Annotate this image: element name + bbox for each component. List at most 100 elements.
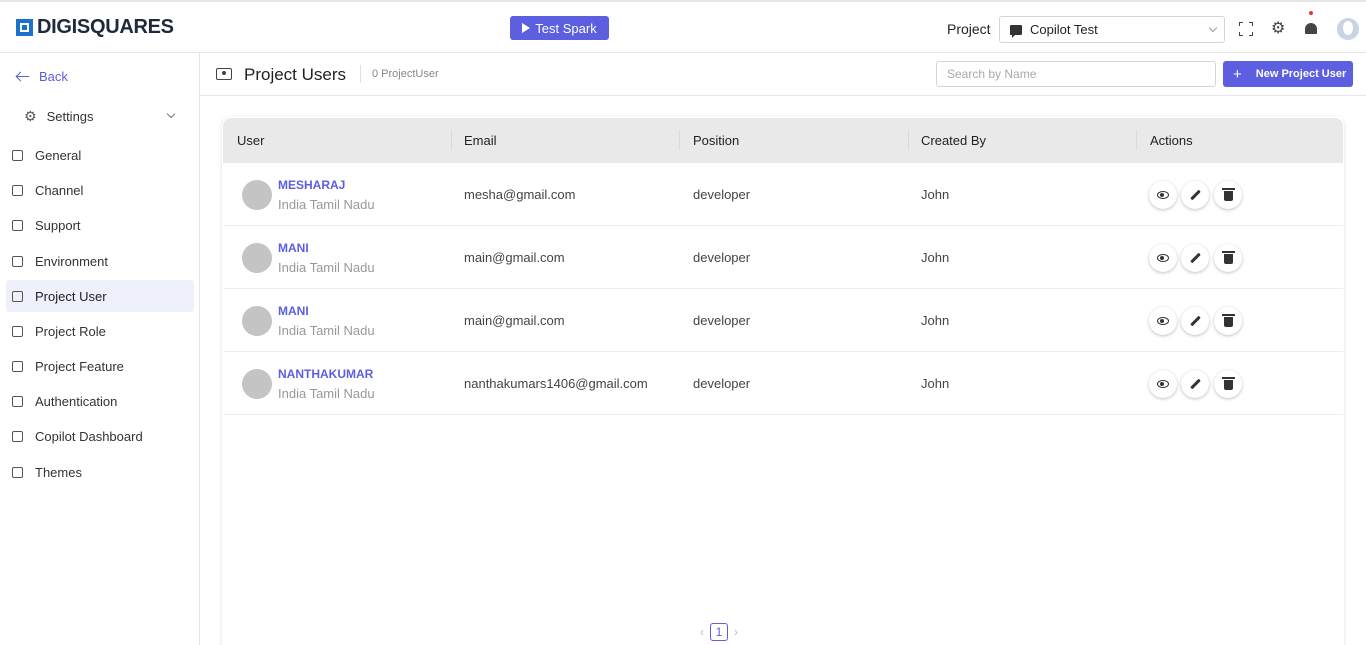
user-position: developer — [693, 376, 751, 391]
sidebar-item-themes[interactable]: Themes — [6, 456, 194, 488]
logo-mark-icon — [16, 19, 33, 36]
test-spark-button[interactable]: Test Spark — [510, 16, 609, 40]
search-input[interactable] — [936, 61, 1216, 87]
fingerprint-icon — [12, 395, 23, 407]
sidebar-item-authentication[interactable]: Authentication — [6, 385, 194, 417]
avatar — [242, 306, 272, 336]
user-name-link[interactable]: MANI — [278, 241, 309, 255]
column-header-position: Position — [693, 133, 740, 148]
edit-button[interactable] — [1181, 307, 1209, 335]
user-created-by: John — [921, 313, 950, 328]
edit-button[interactable] — [1181, 370, 1209, 398]
sidebar-item-general[interactable]: General — [6, 139, 194, 171]
sidebar-item-channel[interactable]: Channel — [6, 174, 194, 206]
sidebar-item-project-role[interactable]: Project Role — [6, 315, 194, 347]
view-button[interactable] — [1149, 244, 1177, 272]
palette-icon — [12, 466, 23, 478]
logo[interactable]: DIGISQUARES — [16, 16, 174, 39]
delete-button[interactable] — [1214, 370, 1242, 398]
dashboard-icon — [12, 430, 23, 442]
user-email: main@gmail.com — [464, 313, 565, 328]
sidebar-item-label: Copilot Dashboard — [35, 428, 143, 444]
view-button[interactable] — [1149, 307, 1177, 335]
delete-button[interactable] — [1214, 181, 1242, 209]
test-spark-label: Test Spark — [535, 20, 597, 36]
user-email: nanthakumars1406@gmail.com — [464, 376, 648, 391]
project-select-value: Copilot Test — [1030, 22, 1098, 37]
user-created-by: John — [921, 376, 950, 391]
column-divider — [908, 130, 909, 150]
sidebar-item-project-user[interactable]: Project User — [6, 280, 194, 312]
column-header-actions: Actions — [1150, 133, 1193, 148]
sliders-icon — [12, 255, 23, 267]
user-name-link[interactable]: NANTHAKUMAR — [278, 367, 373, 381]
project-label: Project — [947, 21, 991, 37]
fullscreen-icon[interactable] — [1239, 22, 1253, 36]
column-header-email: Email — [464, 133, 497, 148]
logo-text: DIGISQUARES — [37, 16, 174, 38]
user-created-by: John — [921, 250, 950, 265]
sidebar-item-label: Project User — [35, 288, 107, 304]
trash-icon — [1221, 314, 1235, 327]
view-button[interactable] — [1149, 181, 1177, 209]
pagination: ‹ 1 › — [700, 623, 738, 641]
column-header-user: User — [237, 133, 265, 148]
table-row: NANTHAKUMAR India Tamil Nadu nanthakumars1… — [223, 352, 1343, 415]
pencil-icon — [1189, 189, 1201, 201]
user-location: India Tamil Nadu — [278, 386, 375, 401]
sidebar-item-copilot-dashboard[interactable]: Copilot Dashboard — [6, 420, 194, 452]
folder-user-icon — [216, 68, 232, 80]
user-email: main@gmail.com — [464, 250, 565, 265]
sidebar-item-label: Channel — [35, 182, 84, 198]
eye-icon — [1157, 317, 1169, 325]
sidebar-item-label: Project Feature — [35, 358, 124, 374]
table-row: MESHARAJ India Tamil Nadu mesha@gmail.com d… — [223, 163, 1343, 226]
notification-dot — [1309, 11, 1313, 15]
user-created-by: John — [921, 187, 950, 202]
user-position: developer — [693, 187, 751, 202]
edit-button[interactable] — [1181, 181, 1209, 209]
next-page-button[interactable]: › — [734, 625, 738, 639]
user-count: 0 ProjectUser — [372, 68, 439, 80]
avatar — [242, 180, 272, 210]
user-name-link[interactable]: MANI — [278, 304, 309, 318]
sidebar-item-label: Authentication — [35, 393, 118, 409]
lifebuoy-icon — [12, 219, 23, 231]
page-header: Project Users 0 ProjectUser + New Projec… — [200, 53, 1366, 96]
edit-button[interactable] — [1181, 244, 1209, 272]
divider — [360, 65, 361, 83]
gear-icon: ⚙ — [24, 108, 37, 124]
settings-label: Settings — [46, 109, 94, 124]
user-location: India Tamil Nadu — [278, 323, 375, 338]
new-project-user-button[interactable]: + New Project User — [1223, 61, 1353, 87]
users-table: User Email Position Created By Actions M… — [222, 117, 1344, 645]
sidebar-item-label: Project Role — [35, 323, 106, 339]
user-location: India Tamil Nadu — [278, 197, 375, 212]
user-position: developer — [693, 313, 751, 328]
prev-page-button[interactable]: ‹ — [700, 625, 704, 639]
user-name-link[interactable]: MESHARAJ — [278, 178, 345, 192]
delete-button[interactable] — [1214, 244, 1242, 272]
project-select[interactable]: Copilot Test — [999, 16, 1225, 43]
view-button[interactable] — [1149, 370, 1177, 398]
table-row: MANI India Tamil Nadu main@gmail.com develo… — [223, 226, 1343, 289]
delete-button[interactable] — [1214, 307, 1242, 335]
user-email: mesha@gmail.com — [464, 187, 576, 202]
trash-icon — [1221, 377, 1235, 390]
sidebar-item-environment[interactable]: Environment — [6, 245, 194, 277]
avatar — [242, 369, 272, 399]
table-header: User Email Position Created By Actions — [223, 118, 1343, 163]
sidebar: Back ⚙ Settings General Channel Support Env… — [0, 53, 200, 645]
sidebar-item-project-feature[interactable]: Project Feature — [6, 350, 194, 382]
chat-icon — [1010, 24, 1022, 38]
page-title: Project Users — [244, 65, 347, 84]
back-link[interactable]: Back — [16, 69, 68, 84]
gear-icon[interactable]: ⚙ — [1271, 21, 1285, 37]
column-header-created-by: Created By — [921, 133, 987, 148]
user-avatar[interactable] — [1337, 18, 1359, 40]
bell-icon[interactable] — [1304, 22, 1318, 36]
sidebar-item-support[interactable]: Support — [6, 209, 194, 241]
pencil-icon — [1189, 378, 1201, 390]
page-number-button[interactable]: 1 — [710, 623, 728, 641]
settings-group[interactable]: ⚙ Settings — [24, 108, 176, 125]
